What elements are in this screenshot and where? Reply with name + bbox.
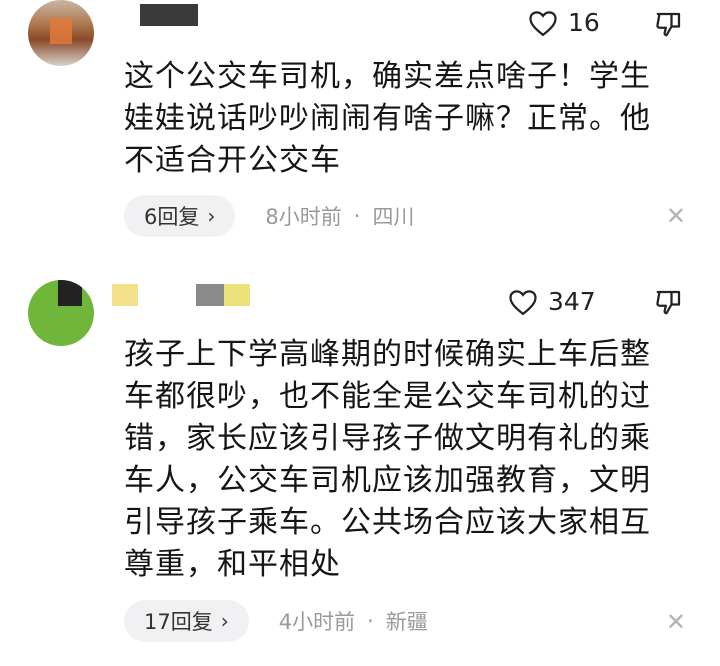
separator-dot: ·: [367, 609, 374, 633]
like-count: 347: [548, 287, 596, 316]
comment-time: 4小时前: [278, 610, 356, 634]
replies-button[interactable]: 17回复 ›: [124, 600, 249, 642]
comment-text: 孩子上下学高峰期的时候确实上车后整车都很吵，也不能全是公交车司机的过错，家长应该…: [124, 337, 651, 582]
replies-label: 17回复: [144, 610, 213, 634]
close-icon[interactable]: ✕: [666, 608, 686, 636]
comment-card: 347 孩子上下学高峰期的时候确实上车后整车都很吵，也不能全是公交车司机的过错，…: [0, 0, 720, 666]
like-button[interactable]: 347: [508, 287, 596, 316]
avatar[interactable]: [28, 280, 94, 346]
thumbs-down-icon: [656, 290, 681, 315]
heart-icon: [509, 289, 537, 315]
comment-location: 新疆: [385, 610, 428, 634]
chevron-right-icon: ›: [220, 609, 229, 633]
comment-meta: 17回复 › 4小时前 · 新疆: [124, 600, 428, 642]
dislike-button[interactable]: [654, 287, 684, 321]
